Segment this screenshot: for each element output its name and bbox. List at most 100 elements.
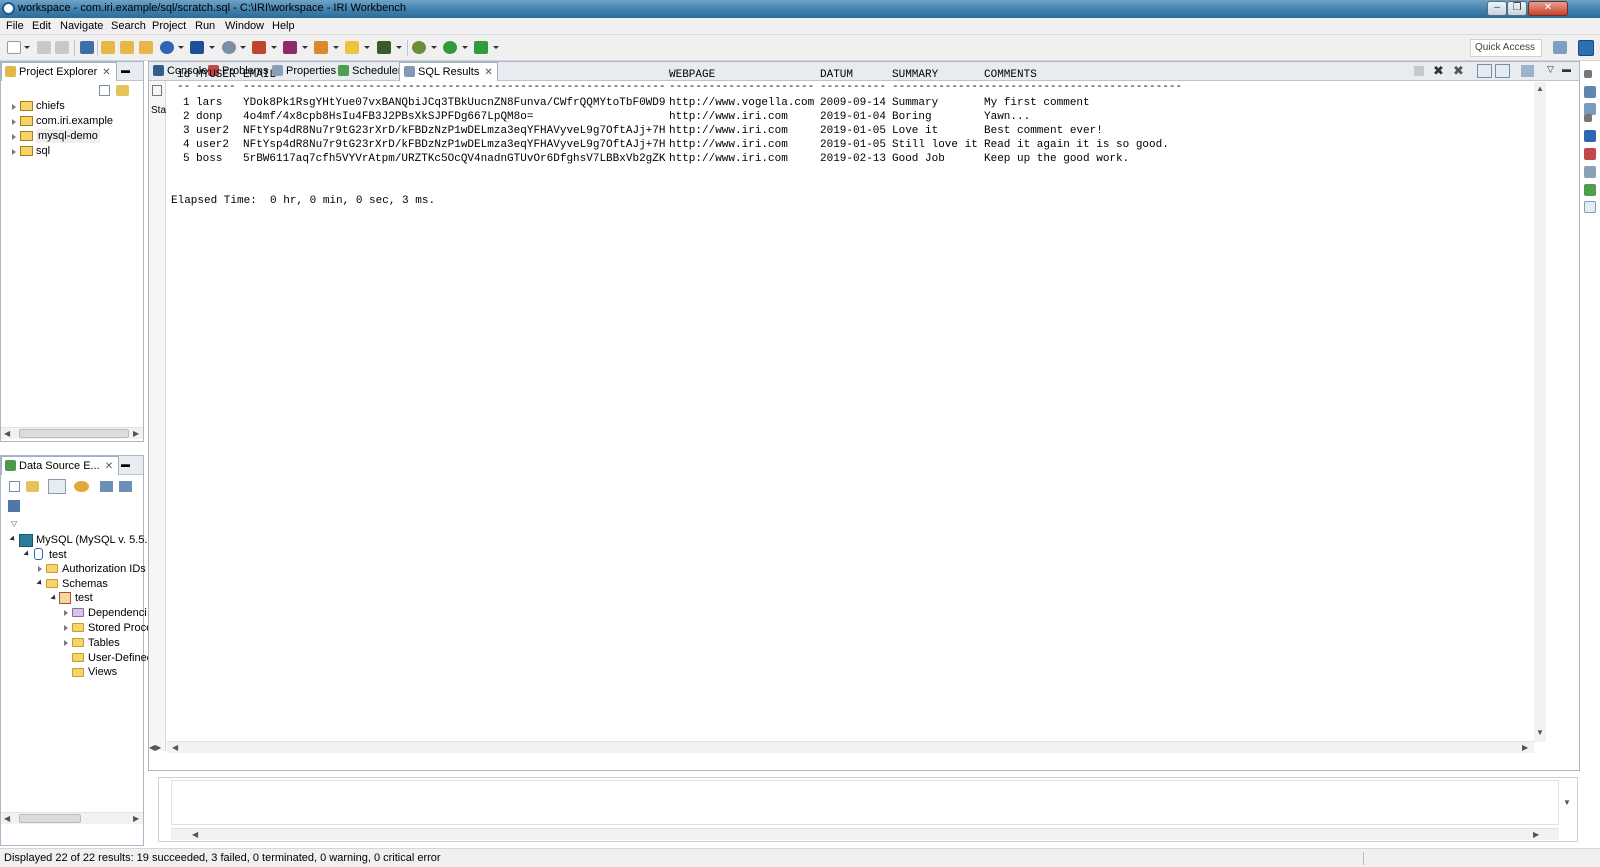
- maximize-button[interactable]: ❐: [1507, 1, 1527, 16]
- new-dropdown-icon[interactable]: [24, 46, 30, 49]
- save-all-icon[interactable]: [55, 41, 69, 54]
- run-icon[interactable]: [443, 41, 457, 54]
- scroll-left-icon[interactable]: ◀: [4, 814, 10, 823]
- tree-item-com-iri-example[interactable]: com.iri.example: [36, 114, 113, 128]
- scroll-right-icon[interactable]: ▶: [133, 429, 139, 438]
- collapse-all-icon[interactable]: [9, 481, 20, 492]
- wizard-icon[interactable]: [190, 41, 204, 54]
- close-icon[interactable]: ✕: [102, 64, 110, 82]
- history-icon[interactable]: [152, 85, 162, 96]
- open-file-icon[interactable]: [120, 41, 134, 54]
- tree-item-user-defined[interactable]: User-Definec: [88, 651, 152, 665]
- menu-help[interactable]: Help: [272, 20, 295, 32]
- collapse-arrow-icon[interactable]: [50, 594, 58, 602]
- scroll-down-icon[interactable]: ▼: [1563, 798, 1571, 807]
- scroll-left-icon[interactable]: ◀: [192, 830, 198, 839]
- save-icon[interactable]: [37, 41, 51, 54]
- expand-arrow-icon[interactable]: [64, 625, 68, 631]
- connect-dropdown-icon[interactable]: [240, 46, 246, 49]
- collapse-arrow-icon[interactable]: [23, 550, 31, 558]
- expand-arrow-icon[interactable]: [12, 119, 16, 125]
- tab-data-source-explorer[interactable]: Data Source E... ✕: [1, 456, 120, 476]
- console-icon[interactable]: [1584, 130, 1596, 142]
- expand-arrow-icon[interactable]: [12, 134, 16, 140]
- menu-project[interactable]: Project: [152, 20, 186, 32]
- sql-text-hscroll[interactable]: ◀ ▶: [171, 828, 1559, 840]
- open-perspective-icon[interactable]: [1553, 41, 1567, 54]
- restore-icon[interactable]: [1584, 70, 1592, 78]
- tree-item-test-schema[interactable]: test: [75, 591, 93, 605]
- database-icon[interactable]: [160, 41, 174, 54]
- import-icon[interactable]: [100, 481, 113, 492]
- view-menu-icon[interactable]: ▽: [11, 519, 17, 528]
- remove-icon[interactable]: ✖: [1433, 63, 1444, 79]
- minimize-view-icon[interactable]: ▬: [121, 459, 130, 469]
- layout-split-icon[interactable]: [1495, 64, 1510, 78]
- debug-tool-dropdown-icon[interactable]: [333, 46, 339, 49]
- sql-results-icon[interactable]: [1584, 201, 1596, 213]
- menu-search[interactable]: Search: [111, 20, 146, 32]
- tree-item-tables[interactable]: Tables: [88, 636, 120, 650]
- menu-edit[interactable]: Edit: [32, 20, 51, 32]
- tree-item-sql[interactable]: sql: [36, 144, 50, 158]
- expand-arrow-icon[interactable]: [12, 104, 16, 110]
- external-tools-icon[interactable]: [474, 41, 488, 54]
- wizard-dropdown-icon[interactable]: [209, 46, 215, 49]
- outline-icon[interactable]: [1584, 86, 1596, 98]
- tree-item-stored-procedures[interactable]: Stored Proce: [88, 621, 152, 635]
- tree-item-mysql-connection[interactable]: MySQL (MySQL v. 5.5.0.1: [36, 533, 163, 547]
- filter-icon[interactable]: [48, 479, 66, 494]
- scroll-right-icon[interactable]: ▶: [1522, 743, 1528, 752]
- menu-file[interactable]: File: [6, 20, 24, 32]
- strip-scroll-arrows-icon[interactable]: ◀▶: [149, 743, 161, 752]
- tree-item-dependencies[interactable]: Dependenci: [88, 606, 147, 620]
- stop-icon[interactable]: [1414, 66, 1424, 76]
- export-icon[interactable]: [139, 41, 153, 54]
- scroll-thumb[interactable]: [19, 429, 129, 438]
- tree-item-mysql-demo[interactable]: mysql-demo: [36, 129, 100, 143]
- pointer-icon[interactable]: [377, 41, 391, 54]
- tree-item-authorization-ids[interactable]: Authorization IDs: [62, 562, 146, 576]
- database-dropdown-icon[interactable]: [178, 46, 184, 49]
- connect-icon[interactable]: [222, 41, 236, 54]
- tree-item-test-database[interactable]: test: [49, 548, 67, 562]
- export-icon[interactable]: [119, 481, 132, 492]
- debug-icon[interactable]: [412, 41, 426, 54]
- new-connection-icon[interactable]: [74, 481, 89, 492]
- quick-access-field[interactable]: Quick Access: [1470, 39, 1542, 57]
- menu-run[interactable]: Run: [195, 20, 215, 32]
- transform-dropdown-icon[interactable]: [302, 46, 308, 49]
- minimize-view-icon[interactable]: ▬: [121, 65, 130, 75]
- expand-arrow-icon[interactable]: [64, 640, 68, 646]
- expand-arrow-icon[interactable]: [12, 149, 16, 155]
- minimize-button[interactable]: –: [1487, 1, 1507, 16]
- scroll-down-icon[interactable]: ▼: [1536, 728, 1544, 737]
- open-folder-icon[interactable]: [101, 41, 115, 54]
- scroll-up-icon[interactable]: ▲: [1536, 84, 1544, 93]
- link-icon[interactable]: [26, 481, 39, 492]
- problems-icon[interactable]: [1584, 148, 1596, 160]
- tree-item-views[interactable]: Views: [88, 665, 117, 679]
- debug-dropdown-icon[interactable]: [431, 46, 437, 49]
- tree-item-chiefs[interactable]: chiefs: [36, 99, 65, 113]
- restore-icon[interactable]: [1584, 114, 1592, 122]
- server-icon[interactable]: [8, 500, 20, 512]
- shield-dropdown-icon[interactable]: [364, 46, 370, 49]
- new-icon[interactable]: [7, 41, 21, 54]
- tab-properties[interactable]: Properties: [268, 62, 340, 81]
- pin-icon[interactable]: [1521, 65, 1534, 77]
- job-dropdown-icon[interactable]: [271, 46, 277, 49]
- terminal-icon[interactable]: [80, 41, 94, 54]
- pointer-dropdown-icon[interactable]: [396, 46, 402, 49]
- sql-text-input[interactable]: [171, 780, 1559, 825]
- view-menu-icon[interactable]: ▽: [1547, 64, 1554, 75]
- expand-arrow-icon[interactable]: [64, 610, 68, 616]
- tab-scheduler[interactable]: Scheduler: [334, 62, 406, 81]
- collapse-all-icon[interactable]: [99, 85, 110, 96]
- debug-tool-icon[interactable]: [314, 41, 328, 54]
- close-icon[interactable]: ✕: [105, 458, 113, 476]
- run-dropdown-icon[interactable]: [462, 46, 468, 49]
- external-tools-dropdown-icon[interactable]: [493, 46, 499, 49]
- sql-text-area[interactable]: ▼ ◀ ▶: [158, 777, 1578, 842]
- job-icon[interactable]: [252, 41, 266, 54]
